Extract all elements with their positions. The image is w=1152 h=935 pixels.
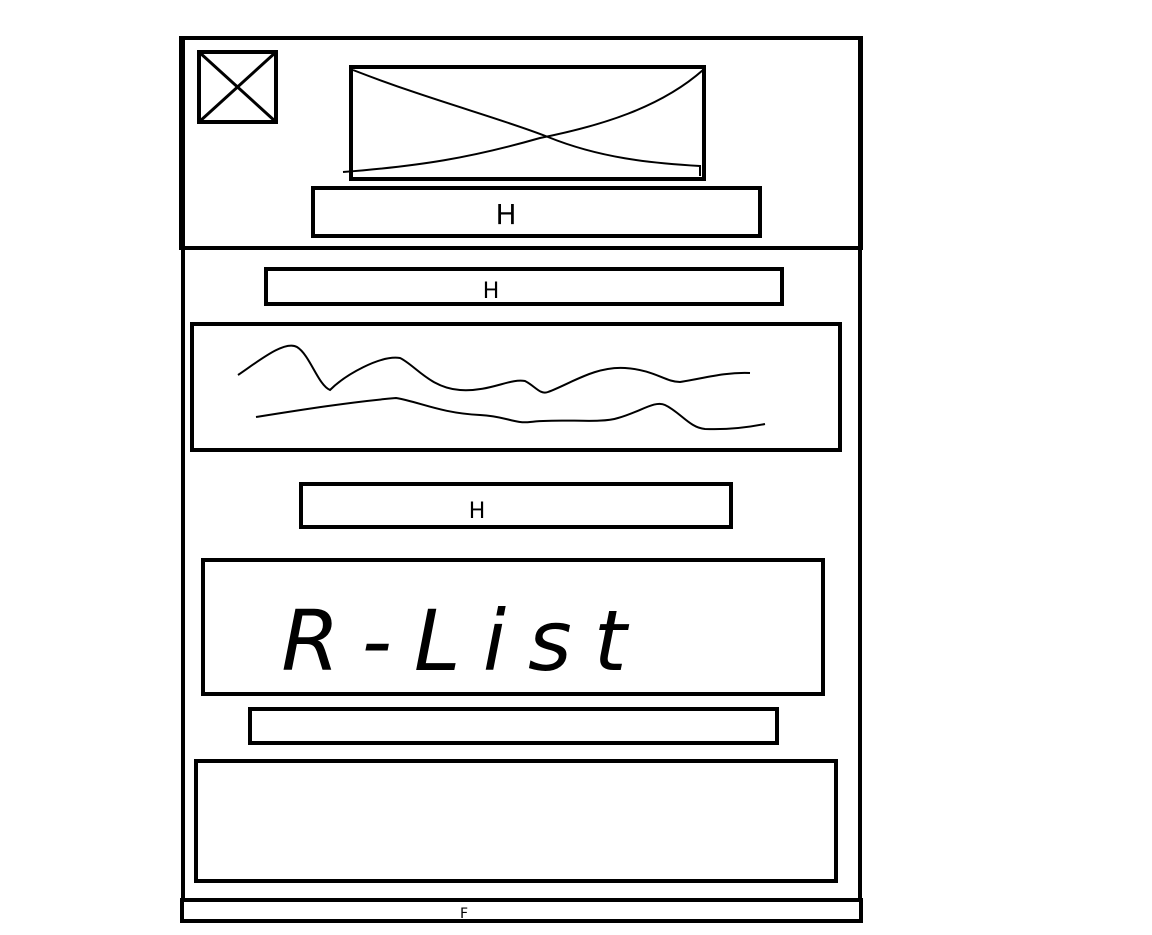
list-box-label: R-List: [281, 592, 649, 690]
scribble-line-2: [255, 396, 766, 431]
section-heading-bar-2: [299, 482, 733, 529]
footer-label: F: [460, 906, 468, 922]
footer-bar: [180, 898, 863, 923]
empty-content-box: [194, 759, 838, 883]
header-heading-label: H: [495, 198, 516, 231]
page-frame: [181, 36, 862, 902]
logo-image-placeholder-icon: [197, 50, 278, 124]
section-heading-bar-1: [264, 267, 784, 306]
section-heading-1-label: H: [483, 279, 500, 304]
scribble-line-1: [237, 344, 751, 394]
banner-image-placeholder-icon: [342, 65, 706, 181]
section-heading-2-label: H: [469, 499, 486, 524]
text-block: [190, 322, 842, 452]
wireframe-diagram: H H H R-List F: [179, 36, 863, 923]
empty-bar: [248, 707, 779, 745]
header-heading-bar: [311, 186, 762, 238]
